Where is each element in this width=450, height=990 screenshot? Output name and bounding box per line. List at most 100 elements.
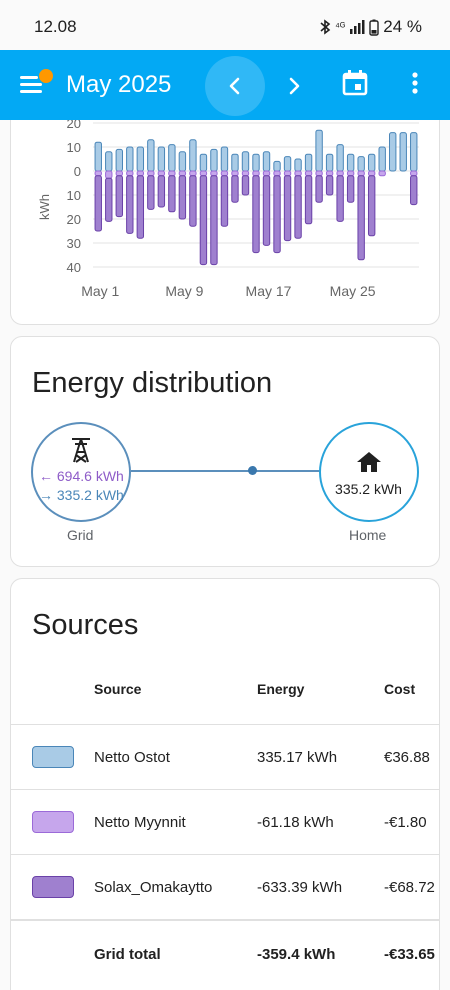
source-energy: -633.39 kWh — [257, 879, 343, 896]
y-tick-label: 0 — [74, 164, 81, 179]
chart-bar — [220, 175, 229, 227]
network-type-label: ⁴ᴳ — [335, 21, 346, 33]
chart-bar — [115, 148, 123, 172]
y-tick-label: 10 — [67, 188, 81, 203]
chart-bar — [210, 175, 218, 266]
chart-bar — [410, 170, 418, 177]
header-energy[interactable]: Energy — [257, 681, 304, 697]
chart-bar — [315, 175, 323, 203]
chart-bar — [325, 153, 334, 172]
chart-bar — [346, 175, 355, 203]
chart-bar — [273, 175, 281, 254]
chart-bar — [262, 170, 271, 177]
chart-bar — [168, 175, 176, 213]
series-color-swatch — [32, 746, 74, 768]
chart-bar — [168, 170, 176, 177]
source-energy: -61.18 kWh — [257, 814, 334, 831]
table-row[interactable]: Solax_Omakaytto -633.39 kWh -€68.72 — [11, 854, 439, 919]
table-row[interactable]: Netto Ostot 335.17 kWh €36.88 — [11, 724, 439, 789]
chart-bar — [273, 170, 281, 177]
chart-bar — [126, 175, 134, 234]
hamburger-menu-icon — [20, 76, 38, 79]
x-tick-label: May 1 — [81, 283, 119, 299]
chart-bar — [94, 175, 102, 232]
app-bar: May 2025 — [0, 50, 450, 120]
chart-bar — [304, 153, 313, 172]
y-tick-label: 40 — [67, 260, 81, 275]
date-picker-button[interactable] — [338, 66, 372, 100]
total-cost: -€33.65 — [384, 946, 435, 963]
chevron-left-icon — [229, 77, 240, 95]
chart-bar — [136, 170, 145, 177]
grid-import-value: ← 694.6 kWh — [39, 468, 124, 484]
next-month-button[interactable] — [270, 56, 320, 116]
chart-bar — [126, 146, 134, 172]
home-icon — [357, 452, 381, 472]
status-time: 12.08 — [34, 17, 77, 36]
chart-bar — [157, 170, 166, 177]
chart-bar — [105, 170, 113, 179]
energy-distribution-title: Energy distribution — [32, 367, 273, 399]
chart-bar — [210, 170, 218, 177]
chart-bar — [189, 170, 197, 177]
chart-bar — [199, 153, 208, 172]
battery-icon — [369, 19, 379, 36]
chart-bar — [147, 139, 155, 172]
chart-bar — [199, 170, 208, 177]
home-node[interactable]: 335.2 kWh — [319, 422, 419, 522]
table-total-row: Grid total -359.4 kWh -€33.65 — [11, 919, 439, 989]
home-value: 335.2 kWh — [335, 481, 402, 497]
hamburger-menu-icon-bottom — [20, 90, 42, 93]
chart-bar — [357, 156, 365, 172]
chart-bar — [252, 175, 260, 254]
sources-title: Sources — [32, 609, 139, 641]
chart-bar — [126, 170, 134, 177]
chart-bar — [252, 153, 260, 172]
chart-bar — [262, 175, 271, 246]
chart-bar — [157, 175, 166, 208]
header-source[interactable]: Source — [94, 681, 141, 697]
series-color-swatch — [32, 811, 74, 833]
chart-bar — [378, 170, 386, 177]
chart-bar — [178, 170, 187, 177]
chart-bar — [367, 175, 376, 237]
chart-bar — [294, 158, 302, 172]
energy-usage-chart-card: 20 10 0 10 20 30 40 kWh May 1 May 9 May 17 May 25 — [10, 100, 440, 325]
chart-bar — [346, 170, 355, 177]
chart-bar — [220, 170, 229, 177]
more-options-button[interactable] — [400, 66, 430, 100]
chart-bar — [294, 175, 302, 239]
previous-month-button[interactable] — [205, 56, 265, 116]
flow-dot — [248, 466, 257, 475]
energy-usage-chart[interactable]: 2010010203040kWhMay 1 May 9 May 17 May 25 — [11, 100, 441, 325]
chart-bar — [325, 175, 334, 196]
page-title: May 2025 — [66, 71, 172, 98]
sources-card: Sources Source Energy Cost Netto Ostot 3… — [10, 578, 440, 990]
chart-bar — [105, 177, 113, 222]
chart-bar — [168, 144, 176, 172]
chart-bar — [283, 175, 292, 242]
header-cost[interactable]: Cost — [384, 681, 415, 697]
chart-bar — [94, 141, 102, 172]
x-tick-label: May 9 — [165, 283, 203, 299]
chart-bar — [410, 132, 418, 172]
transmission-tower-icon — [72, 438, 90, 463]
source-name: Solax_Omakaytto — [94, 879, 213, 896]
chart-bar — [147, 170, 155, 177]
chart-bar — [241, 175, 250, 196]
bluetooth-icon — [320, 19, 331, 35]
grid-node[interactable]: ← 694.6 kWh → 335.2 kWh — [31, 422, 131, 522]
flow-line — [131, 470, 321, 472]
chart-bar — [189, 175, 197, 227]
chart-bar — [357, 175, 365, 261]
chart-bar — [136, 146, 145, 172]
chart-bar — [231, 153, 239, 172]
source-cost: €36.88 — [384, 749, 430, 766]
chart-bar — [241, 151, 250, 172]
chart-bar — [304, 170, 313, 177]
energy-distribution-card: Energy distribution ← 694.6 kWh → 335.2 … — [10, 336, 440, 567]
chart-bar — [199, 175, 208, 266]
y-tick-label: 20 — [67, 212, 81, 227]
table-row[interactable]: Netto Myynnit -61.18 kWh -€1.80 — [11, 789, 439, 854]
chart-bar — [273, 160, 281, 172]
